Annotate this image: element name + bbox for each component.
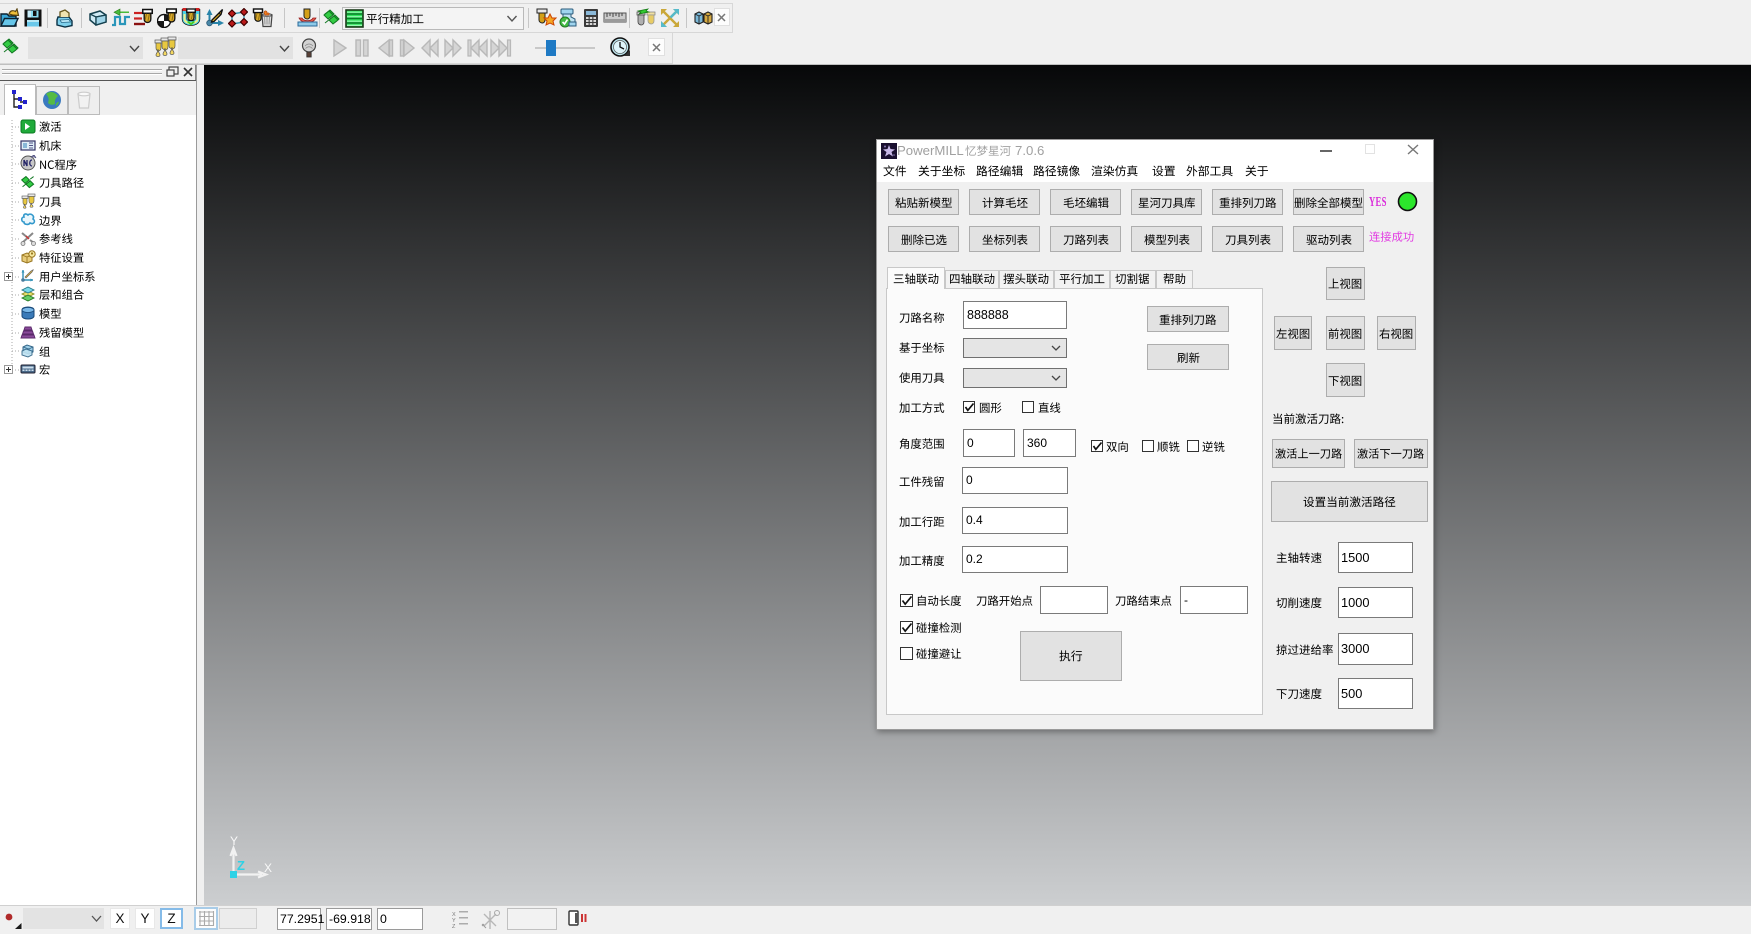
svg-text:Z: Z [452,924,456,928]
svg-text:Z: Z [237,858,245,873]
svg-text:Y: Y [230,834,238,848]
svg-text:X: X [264,861,272,875]
